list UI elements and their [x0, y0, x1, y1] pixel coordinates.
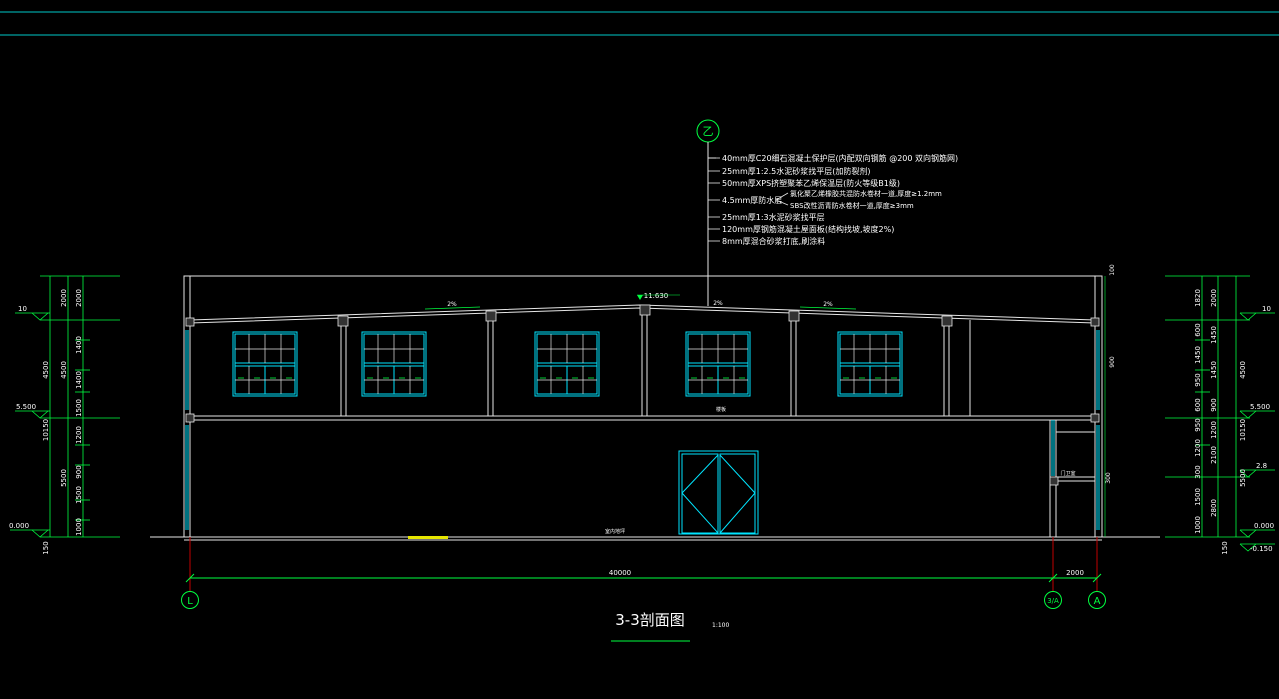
roof-layer-6: 120mm厚钢筋混凝土屋面板(结构找坡,坡度2%): [722, 224, 894, 234]
top-axis-label: 乙: [703, 125, 714, 138]
axis-L-label: L: [187, 596, 193, 607]
left-level-0000: 0.000: [9, 522, 29, 530]
window-group: [232, 331, 903, 397]
right-level-10: 10: [1262, 305, 1271, 313]
right-inner-dim-10: 1000: [1194, 516, 1202, 534]
left-outer-dim-1: 4500: [42, 361, 50, 379]
right-outer-dim-1: 4500: [1239, 361, 1247, 379]
cad-drawing-canvas[interactable]: 乙 40mm厚C20细石混凝土保护层(内配双向钢筋 @200 双向钢筋网) 25…: [0, 0, 1279, 699]
right-wall-dims: 100 900 300: [1104, 264, 1116, 537]
roof-layer-2: 25mm厚1:2.5水泥砂浆找平层(加防裂剂): [722, 166, 871, 176]
left-dimension-text: 10 5.500 0.000 4500 10150 150 2000 4500 …: [9, 289, 83, 555]
left-inner-dim-3: 1400: [75, 371, 83, 389]
roof-layer-5: 25mm厚1:3水泥砂浆找平层: [722, 212, 825, 222]
left-mid-dim-1: 2000: [60, 289, 68, 307]
left-inner-dim-8: 1000: [75, 518, 83, 536]
right-dimension-chains: [1165, 275, 1275, 552]
roof-layer-3: 50mm厚XPS挤塑聚苯乙烯保温层(防火等级B1级): [722, 178, 900, 188]
left-level-10: 10: [18, 305, 27, 313]
roof-layer-4: 4.5mm厚防水层: [722, 195, 782, 205]
right-inner-dim-6: 950: [1194, 418, 1202, 431]
left-inner-dim-2: 1400: [75, 336, 83, 354]
right-mid-dim-1: 2000: [1210, 289, 1218, 307]
left-level-5500: 5.500: [16, 403, 36, 411]
ridge-elevation: 11.630: [644, 292, 669, 300]
title-scale: 1:100: [712, 622, 729, 629]
right-inner-dim-9: 1500: [1194, 488, 1202, 506]
slope-left-label: 2%: [447, 301, 457, 308]
mid-label: 楼板: [716, 406, 726, 413]
right-dimension: 2000: [1066, 569, 1084, 577]
right-mid-dim-3: 1450: [1210, 361, 1218, 379]
roof-layer-1: 40mm厚C20细石混凝土保护层(内配双向钢筋 @200 双向钢筋网): [722, 153, 958, 163]
roof-layer-note-1: 氯化聚乙烯橡胶共混防水卷材一道,厚度≥1.2mm: [790, 189, 942, 198]
right-outer-dim-3: 5500: [1239, 469, 1247, 487]
right-level-5500: 5.500: [1250, 403, 1270, 411]
room-label: 门卫室: [1060, 470, 1075, 477]
right-inner-dim-7: 1200: [1194, 439, 1202, 457]
right-outer-dim-2: 10150: [1239, 419, 1247, 441]
ridge-mark: 2%: [713, 300, 723, 307]
right-mid-dim-4: 900: [1210, 398, 1218, 411]
right-wall-dim-1: 100: [1109, 264, 1116, 276]
left-outer-dim-4: 150: [42, 541, 50, 554]
double-door: [678, 450, 759, 535]
bottom-axes: 40000 2000 L 3/A A: [181, 537, 1106, 609]
building-section: [150, 275, 1160, 541]
roof-layer-note-2: SBS改性沥青防水卷材一道,厚度≥3mm: [790, 201, 914, 210]
left-mid-dim-3: 5500: [60, 469, 68, 487]
viewport-frame: [0, 11, 1279, 36]
right-inner-dim-1: 1820: [1194, 289, 1202, 307]
right-inner-dim-5: 600: [1194, 398, 1202, 411]
slope-right-label: 2%: [823, 301, 833, 308]
top-axis-marker: 乙: [696, 119, 720, 306]
floor-label: 室内地坪: [605, 528, 625, 535]
overall-dimension: 40000: [609, 569, 631, 577]
right-mid-dim-6: 2100: [1210, 446, 1218, 464]
left-outer-dim-2: 10150: [42, 419, 50, 441]
right-level-28: 2.8: [1256, 462, 1267, 470]
right-inner-dim-4: 950: [1194, 373, 1202, 386]
left-mid-dim-2: 4500: [60, 361, 68, 379]
right-level-0000: 0.000: [1254, 522, 1274, 530]
right-inner-dim-2: 600: [1194, 323, 1202, 336]
left-inner-dim-4: 1500: [75, 399, 83, 417]
right-level-minus-0150: -0.150: [1250, 545, 1273, 553]
right-wall-dim-2: 900: [1109, 356, 1116, 368]
title-text: 3-3剖面图: [615, 611, 685, 629]
left-inner-dim-7: 1500: [75, 486, 83, 504]
right-dimension-text: 10 5.500 2.8 0.000 -0.150 4500 10150 550…: [1194, 289, 1274, 555]
right-inner-dim-8: 300: [1194, 465, 1202, 478]
left-inner-dim-5: 1200: [75, 426, 83, 444]
right-mid-dim-2: 1450: [1210, 326, 1218, 344]
right-mid-dim-5: 1200: [1210, 421, 1218, 439]
axis-3A-label: 3/A: [1047, 597, 1059, 605]
drawing-title: 3-3剖面图 1:100: [611, 611, 729, 642]
axis-A-label: A: [1094, 596, 1101, 607]
right-outer-dim-4: 150: [1221, 541, 1229, 554]
roof-layer-callout: 40mm厚C20细石混凝土保护层(内配双向钢筋 @200 双向钢筋网) 25mm…: [708, 153, 958, 246]
left-inner-dim-6: 900: [75, 465, 83, 478]
roof-layer-7: 8mm厚混合砂浆打底,刷涂料: [722, 236, 825, 246]
right-wall-dim-3: 300: [1105, 472, 1112, 484]
left-inner-dim-1: 2000: [75, 289, 83, 307]
right-mid-dim-7: 2800: [1210, 499, 1218, 517]
right-inner-dim-3: 1450: [1194, 346, 1202, 364]
